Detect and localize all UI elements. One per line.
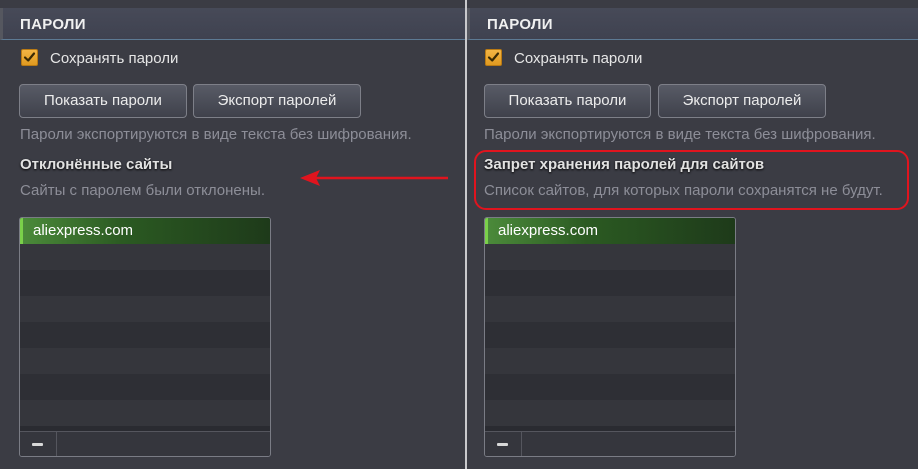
list-row-empty <box>20 322 270 348</box>
show-passwords-button[interactable]: Показать пароли <box>484 84 651 118</box>
export-passwords-button[interactable]: Экспорт паролей <box>193 84 361 118</box>
save-passwords-row[interactable]: Сохранять пароли <box>21 49 271 69</box>
save-passwords-row[interactable]: Сохранять пароли <box>485 49 735 69</box>
list-row-empty <box>485 348 735 374</box>
save-passwords-checkbox[interactable] <box>21 49 38 66</box>
list-row-empty <box>20 296 270 322</box>
list-row-empty <box>485 374 735 400</box>
checkmark-icon <box>23 52 36 62</box>
list-row-empty <box>20 400 270 426</box>
list-row-empty <box>485 322 735 348</box>
sites-list[interactable]: aliexpress.com <box>484 217 736 457</box>
export-note: Пароли экспортируются в виде текста без … <box>20 126 412 143</box>
declined-sites-desc: Сайты с паролем были отклонены. <box>20 182 266 199</box>
save-passwords-label: Сохранять пароли <box>514 50 643 67</box>
annotation-highlight <box>474 150 909 210</box>
remove-site-button[interactable] <box>485 432 522 456</box>
list-toolbar <box>485 431 735 456</box>
site-name: aliexpress.com <box>498 222 599 239</box>
list-item[interactable]: aliexpress.com <box>20 218 270 244</box>
declined-sites-title: Отклонённые сайты <box>20 156 173 173</box>
list-toolbar <box>20 431 270 456</box>
export-note: Пароли экспортируются в виде текста без … <box>484 126 876 143</box>
list-row-empty <box>485 270 735 296</box>
list-item[interactable]: aliexpress.com <box>485 218 735 244</box>
list-row-empty <box>485 400 735 426</box>
passwords-panel-old: ПАРОЛИ Сохранять пароли Показать пароли … <box>0 0 465 469</box>
passwords-panel-new: ПАРОЛИ Сохранять пароли Показать пароли … <box>467 0 918 469</box>
list-row-empty <box>20 270 270 296</box>
checkmark-icon <box>487 52 500 62</box>
minus-icon <box>32 443 43 446</box>
save-passwords-checkbox[interactable] <box>485 49 502 66</box>
sites-list[interactable]: aliexpress.com <box>19 217 271 457</box>
save-passwords-label: Сохранять пароли <box>50 50 179 67</box>
list-row-empty <box>485 244 735 270</box>
remove-site-button[interactable] <box>20 432 57 456</box>
list-row-empty <box>485 296 735 322</box>
arrow-left-icon <box>300 170 448 186</box>
section-header: ПАРОЛИ <box>467 8 918 40</box>
list-row-empty <box>20 348 270 374</box>
export-passwords-button[interactable]: Экспорт паролей <box>658 84 826 118</box>
minus-icon <box>497 443 508 446</box>
site-name: aliexpress.com <box>33 222 134 239</box>
show-passwords-button[interactable]: Показать пароли <box>19 84 187 118</box>
section-header: ПАРОЛИ <box>0 8 465 40</box>
section-title: ПАРОЛИ <box>487 16 553 33</box>
section-title: ПАРОЛИ <box>20 16 86 33</box>
list-row-empty <box>20 244 270 270</box>
list-row-empty <box>20 374 270 400</box>
